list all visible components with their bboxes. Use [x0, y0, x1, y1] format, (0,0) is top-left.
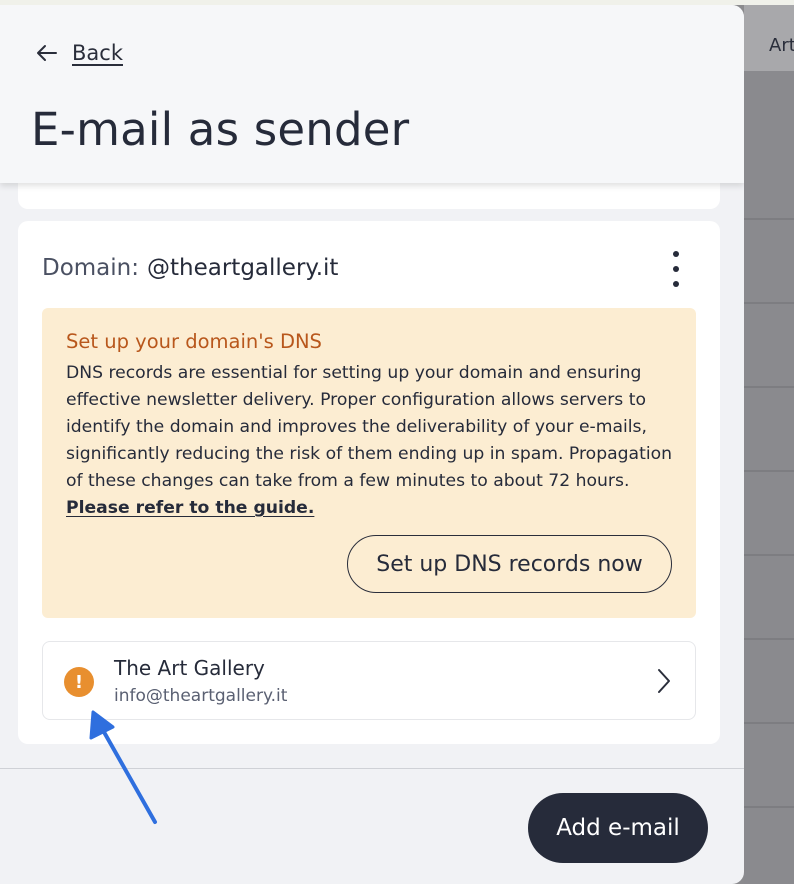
domain-heading: Domain: @theartgallery.it — [42, 255, 338, 281]
domain-label: Domain: — [42, 255, 139, 281]
background-row-divider — [744, 386, 794, 388]
sender-name: The Art Gallery — [114, 656, 265, 680]
warning-icon: ! — [64, 667, 94, 697]
background-app — [744, 5, 794, 884]
footer-divider — [0, 768, 744, 769]
arrow-left-icon — [37, 45, 57, 61]
back-label[interactable]: Back — [72, 41, 123, 65]
page-title: E-mail as sender — [31, 103, 410, 156]
side-panel: Back E-mail as sender Domain: @theartgal… — [0, 5, 744, 884]
dns-alert: Set up your domain's DNS DNS records are… — [42, 308, 696, 618]
guide-link[interactable]: Please refer to the guide. — [66, 498, 314, 518]
background-header-text: Art — [769, 35, 794, 56]
dns-alert-body: DNS records are essential for setting up… — [66, 360, 686, 522]
chevron-right-icon — [658, 669, 670, 693]
background-row-divider — [744, 806, 794, 808]
dns-alert-title: Set up your domain's DNS — [66, 330, 322, 353]
background-row-divider — [744, 218, 794, 220]
background-row-divider — [744, 470, 794, 472]
background-row-divider — [744, 302, 794, 304]
panel-header: Back E-mail as sender — [0, 5, 744, 183]
dns-alert-text: DNS records are essential for setting up… — [66, 363, 673, 491]
domain-value: @theartgallery.it — [147, 255, 339, 281]
setup-dns-button[interactable]: Set up DNS records now — [347, 535, 672, 593]
sender-email: info@theartgallery.it — [114, 686, 288, 706]
add-email-button[interactable]: Add e-mail — [528, 793, 708, 863]
domain-card: Domain: @theartgallery.it Set up your do… — [18, 221, 720, 744]
background-row-divider — [744, 722, 794, 724]
background-header: Art — [744, 5, 794, 71]
kebab-menu-icon[interactable] — [664, 251, 688, 287]
sender-email-row[interactable]: ! The Art Gallery info@theartgallery.it — [42, 641, 696, 720]
background-row-divider — [744, 554, 794, 556]
background-row-divider — [744, 638, 794, 640]
back-link[interactable]: Back — [36, 41, 123, 65]
